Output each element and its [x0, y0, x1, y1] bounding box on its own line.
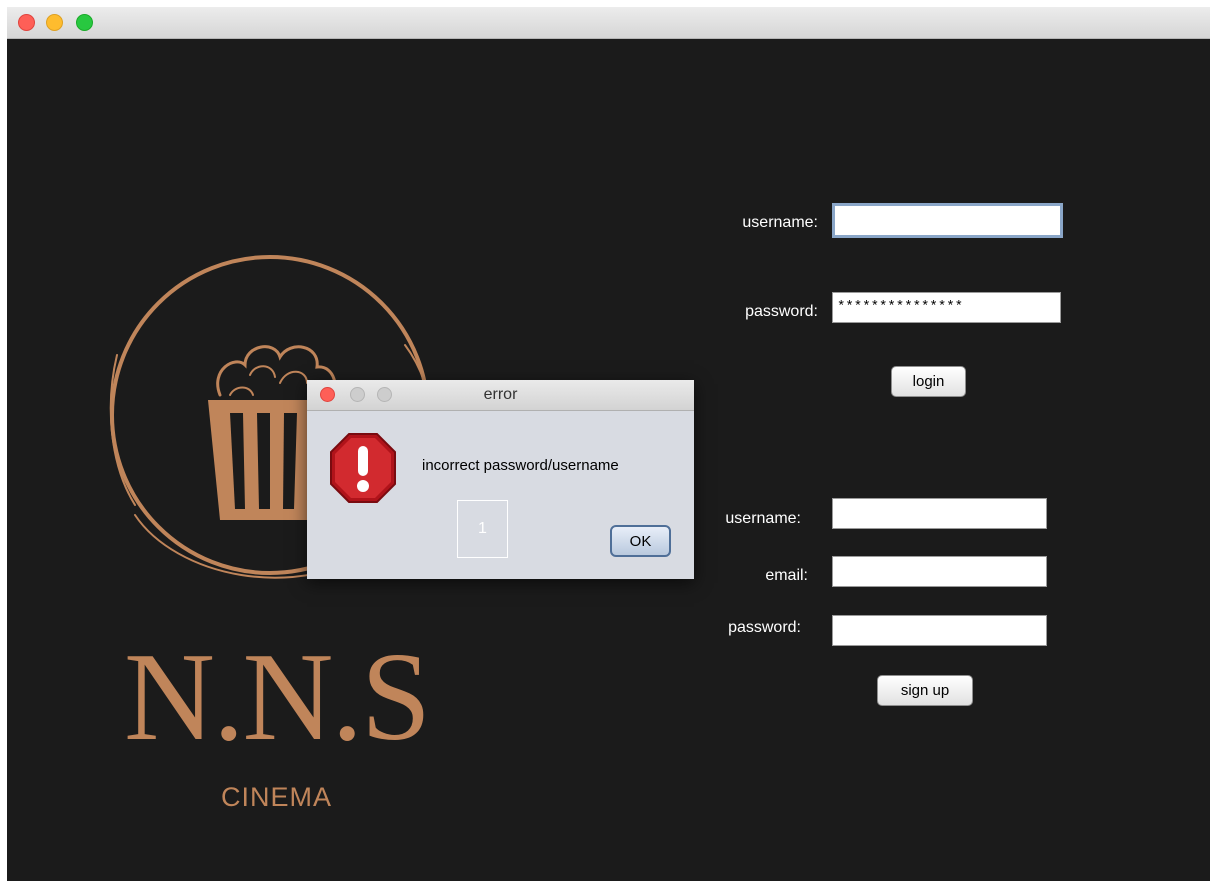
login-username-label: username: [742, 214, 818, 231]
error-dialog: error incorrect password/username 1 OK [307, 380, 694, 579]
zoom-window-button[interactable] [76, 14, 93, 31]
login-password-label: password: [745, 303, 818, 320]
minimize-window-button[interactable] [46, 14, 63, 31]
login-password-input[interactable]: *************** [832, 292, 1061, 323]
login-button[interactable]: login [891, 366, 966, 397]
signup-email-label: email: [765, 567, 808, 584]
close-window-button[interactable] [18, 14, 35, 31]
signup-button[interactable]: sign up [877, 675, 973, 706]
window-titlebar [7, 7, 1210, 39]
brand-subtitle: CINEMA [220, 782, 332, 812]
signup-password-label: password: [728, 619, 801, 636]
dialog-ok-button[interactable]: OK [610, 525, 671, 557]
signup-password-input[interactable] [832, 615, 1047, 646]
signup-email-input[interactable] [832, 556, 1047, 587]
signup-username-label: username: [725, 510, 801, 527]
dialog-titlebar: error [307, 380, 694, 411]
dialog-badge: 1 [457, 500, 508, 558]
signup-username-input[interactable] [832, 498, 1047, 529]
brand-name: N.N.S [123, 628, 431, 767]
error-stop-icon [330, 433, 396, 503]
dialog-title: error [483, 386, 518, 403]
login-username-input[interactable] [832, 203, 1063, 238]
dialog-message: incorrect password/username [422, 457, 619, 474]
